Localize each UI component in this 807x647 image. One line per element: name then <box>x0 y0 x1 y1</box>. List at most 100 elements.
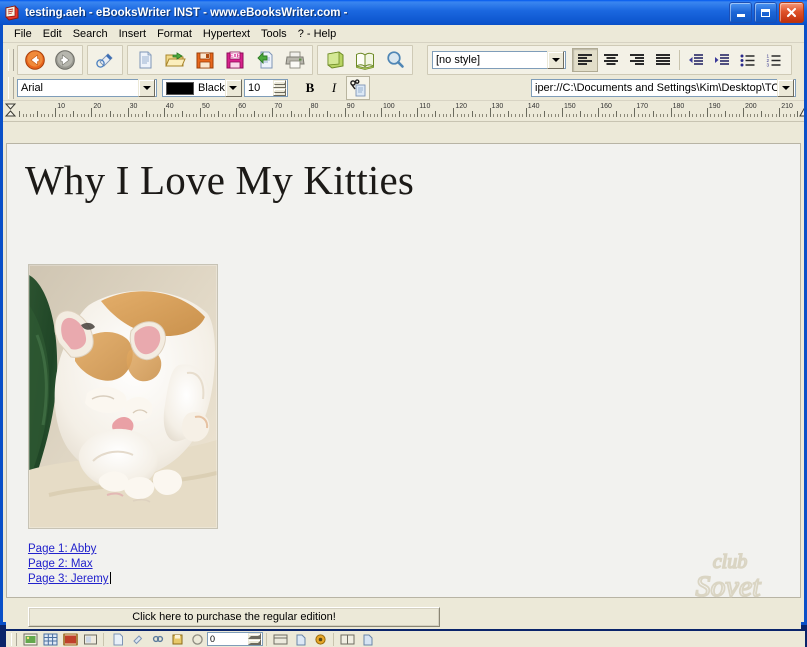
font-family-combo[interactable]: Arial <box>17 79 157 97</box>
open-folder-icon[interactable] <box>160 46 190 74</box>
new-document-icon[interactable] <box>130 46 160 74</box>
ruler-minor-tick <box>739 114 741 117</box>
insert-table-icon[interactable] <box>40 631 60 647</box>
doc-link-page-2[interactable]: Page 2: Max <box>28 557 111 572</box>
indent-button[interactable] <box>709 48 735 72</box>
ruler-minor-tick <box>623 114 625 117</box>
font-color-combo[interactable]: Black <box>162 79 242 97</box>
insert-image-icon[interactable] <box>20 631 40 647</box>
save-exe-floppy-icon[interactable]: EXE <box>220 46 250 74</box>
ruler-mid-tick <box>507 111 509 117</box>
document-canvas[interactable]: Why I Love My Kitties Page 1: Abby Page … <box>6 143 801 598</box>
export-page-icon[interactable] <box>250 46 280 74</box>
menu-format[interactable]: Format <box>152 27 198 41</box>
page-number-field[interactable]: 0 <box>207 632 263 646</box>
indent-marker-right-icon[interactable] <box>799 107 804 117</box>
ruler-minor-tick <box>47 114 49 117</box>
spinner-down[interactable] <box>273 88 286 96</box>
chevron-down-icon[interactable] <box>547 50 564 69</box>
toolbar-group-edit <box>87 44 123 75</box>
spinner-arrows[interactable] <box>273 80 286 96</box>
align-center-button[interactable] <box>598 48 624 72</box>
spinner-up[interactable] <box>273 80 286 88</box>
bottom-toolbar-grip[interactable] <box>11 632 17 646</box>
page-next-icon[interactable] <box>290 631 310 647</box>
paragraph-style-combo[interactable]: [no style] <box>432 50 566 69</box>
sleeping-cat-photo[interactable] <box>28 264 218 529</box>
page-goto-icon[interactable] <box>270 631 290 647</box>
insert-media-icon[interactable] <box>60 631 80 647</box>
ruler-minor-tick <box>576 114 578 117</box>
insert-frame-icon[interactable] <box>80 631 100 647</box>
indent-marker-left-icon[interactable] <box>4 103 17 118</box>
minimize-button[interactable] <box>729 2 752 23</box>
hyperlink-icon[interactable] <box>346 76 370 100</box>
numbered-list-button[interactable]: 1 2 3 <box>761 48 787 72</box>
closed-book-icon[interactable] <box>320 46 350 74</box>
ruler-minor-tick <box>113 114 115 117</box>
chevron-down-icon[interactable] <box>224 79 242 97</box>
menu-tools[interactable]: Tools <box>256 27 293 41</box>
menu-edit[interactable]: Edit <box>38 27 68 41</box>
font-size-spinner[interactable]: 10 <box>244 79 288 97</box>
ruler-mid-tick <box>290 111 292 117</box>
close-button[interactable] <box>779 2 804 23</box>
purchase-button-label: Click here to purchase the regular editi… <box>132 611 336 623</box>
ruler-minor-tick <box>102 114 104 117</box>
purchase-regular-edition-button[interactable]: Click here to purchase the regular editi… <box>28 607 440 627</box>
ruler-minor-tick <box>721 114 723 117</box>
open-book-icon[interactable] <box>350 46 380 74</box>
svg-text:3: 3 <box>767 62 770 66</box>
formatting-toolbar-grip[interactable] <box>8 77 14 99</box>
page-new-icon[interactable] <box>107 631 127 647</box>
magnifier-icon[interactable] <box>380 46 410 74</box>
page-save-icon[interactable] <box>167 631 187 647</box>
ruler-minor-tick <box>775 114 777 117</box>
ruler-minor-tick <box>22 114 24 117</box>
doc-link-page-3[interactable]: Page 3: Jeremy <box>28 573 109 585</box>
page-link-icon[interactable] <box>147 631 167 647</box>
bottom-page-group <box>107 631 207 647</box>
outdent-button[interactable] <box>683 48 709 72</box>
bullet-list-button[interactable] <box>735 48 761 72</box>
save-floppy-icon[interactable] <box>190 46 220 74</box>
ruler-minor-tick <box>210 114 212 117</box>
maximize-button[interactable] <box>754 2 777 23</box>
page-number-spinner[interactable] <box>248 633 261 645</box>
preview-icon[interactable] <box>357 631 377 647</box>
toolbar-grip[interactable] <box>8 48 14 71</box>
menu-hypertext[interactable]: Hypertext <box>198 27 256 41</box>
page-prev-icon[interactable] <box>187 631 207 647</box>
forward-icon[interactable] <box>50 46 80 74</box>
split-view-icon[interactable] <box>337 631 357 647</box>
align-right-button[interactable] <box>624 48 650 72</box>
bold-button[interactable]: B <box>298 76 322 100</box>
ruler-minor-tick <box>703 114 705 117</box>
address-combo[interactable]: iper://C:\Documents and Settings\Kim\Des… <box>531 79 796 97</box>
ruler-major-tick <box>779 108 781 117</box>
ruler-minor-tick <box>692 114 694 117</box>
menu-search[interactable]: Search <box>68 27 114 41</box>
ruler-minor-tick <box>286 114 288 117</box>
ruler-minor-tick <box>757 114 759 117</box>
align-left-button[interactable] <box>572 47 598 72</box>
anchor-icon[interactable] <box>310 631 330 647</box>
doc-link-page-1[interactable]: Page 1: Abby <box>28 542 111 557</box>
chevron-down-icon[interactable] <box>138 79 155 97</box>
menu-file[interactable]: File <box>9 27 38 41</box>
print-icon[interactable] <box>280 46 310 74</box>
page-edit-icon[interactable] <box>127 631 147 647</box>
ruler[interactable]: 10 20 30 40 50 60 70 80 90 100 110 120 130 140 150 160 1… <box>3 101 804 122</box>
page-spinner-down[interactable] <box>248 639 261 645</box>
align-justify-button[interactable] <box>650 48 676 72</box>
ruler-minor-tick <box>268 114 270 117</box>
back-icon[interactable] <box>20 46 50 74</box>
italic-button[interactable]: I <box>322 76 346 100</box>
menu-insert[interactable]: Insert <box>114 27 153 41</box>
ruler-minor-tick <box>659 114 661 117</box>
chevron-down-icon[interactable] <box>777 79 794 97</box>
text-cursor <box>109 572 111 584</box>
ruler-minor-tick <box>333 114 335 117</box>
edit-pencil-icon[interactable] <box>90 46 120 74</box>
menu-help[interactable]: ? - Help <box>293 27 343 41</box>
